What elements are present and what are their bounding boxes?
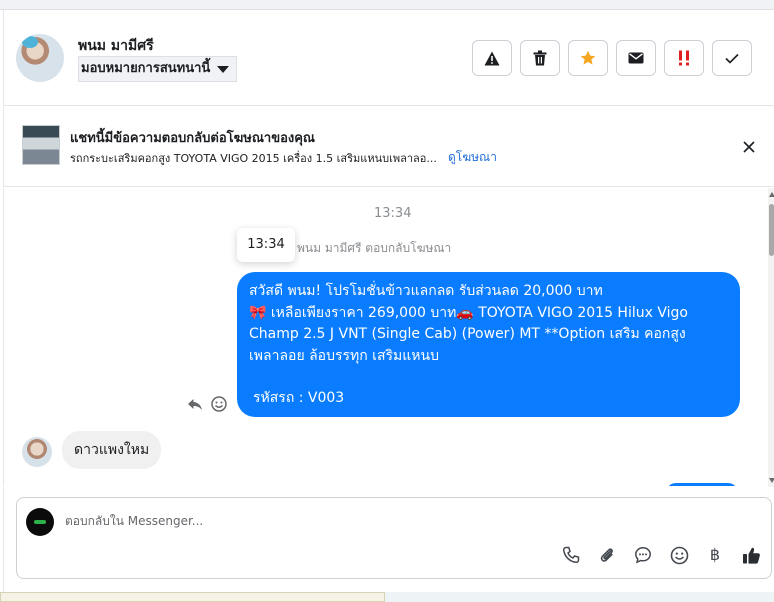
message-actions [186,395,228,413]
emoji-icon[interactable] [668,544,690,566]
user-name[interactable]: พนม มามีศรี [78,35,154,57]
trash-icon [533,50,547,66]
conversation-header: พนม มามีศรี มอบหมายการสนทนานี้ [3,10,774,106]
car-code-line: รหัสรถ : V003 [253,390,345,406]
page-avatar [26,508,54,536]
browser-status-strip [0,592,774,602]
ribbon-emoji: 🎀 [249,304,267,321]
message-line: 🎀 เหลือเพียงราคา 269,000 บาท🚗 TOYOTA VIG… [249,304,688,321]
outgoing-message-bubble-partial[interactable] [666,483,738,486]
message-line: Champ 2.5 J VNT (Single Cab) (Power) MT … [249,326,686,342]
react-emoji-icon[interactable] [210,395,228,413]
ad-thumbnail[interactable] [22,125,60,165]
mark-unread-button[interactable] [616,40,656,76]
thread-scrollbar-thumb[interactable] [769,204,774,256]
envelope-icon [628,52,644,64]
warning-icon [484,51,500,65]
saved-replies-icon[interactable] [632,544,654,566]
star-icon [580,50,596,65]
window-top-edge [0,0,774,10]
star-button[interactable] [568,40,608,76]
outgoing-message-bubble[interactable]: สวัสดี พนม! โปรโมชั่นข้าวแลกลด รับส่วนลด… [237,272,740,417]
assign-conversation-select[interactable]: มอบหมายการสนทนานี้ [78,56,238,82]
user-avatar[interactable] [16,34,64,82]
scroll-up-arrow-icon[interactable] [769,192,774,197]
view-ad-link[interactable]: ดูโฆษณา [448,148,497,167]
ad-description: รถกระบะเสริมคอกสูง TOYOTA VIGO 2015 เครื… [70,152,437,165]
reply-input[interactable] [65,514,705,528]
caret-down-icon [217,66,230,73]
done-button[interactable] [712,40,752,76]
message-thread[interactable]: 13:34 พนม มามีศรี ตอบกลับโฆษณา 13:34 สวั… [3,188,774,486]
reply-icon[interactable] [186,395,204,413]
delete-button[interactable] [520,40,560,76]
spam-button[interactable] [472,40,512,76]
composer-toolbar: ฿ [560,544,762,566]
close-icon[interactable] [739,137,759,157]
car-emoji: 🚗 [456,304,474,321]
phone-icon[interactable] [560,544,582,566]
checkmark-icon [725,53,739,64]
incoming-message-bubble[interactable]: ดาวแพงใหม [62,431,162,469]
assign-label: มอบหมายการสนทนานี้ [81,61,211,76]
attachment-icon[interactable] [596,544,618,566]
timestamp-tooltip: 13:34 [237,228,295,262]
thread-timestamp: 13:34 [374,206,412,221]
ad-reply-note: พนม มามีศรี ตอบกลับโฆษณา [297,241,452,255]
ad-banner-title: แชทนี้มีข้อความตอบกลับต่อโฆษณาของคุณ [70,131,315,146]
message-line: สวัสดี พนม! โปรโมชั่นข้าวแลกลด รับส่วนลด… [249,283,603,299]
priority-button[interactable] [664,40,704,76]
thumbs-up-icon[interactable] [740,544,762,566]
composer-area: ฿ [3,487,774,592]
message-line: เพลาลอย ล้อบรรทุก เสริมแหนบ [249,347,439,364]
scroll-down-arrow-icon[interactable] [769,478,774,483]
sender-avatar [22,437,52,467]
ad-reply-banner: แชทนี้มีข้อความตอบกลับต่อโฆษณาของคุณ รถก… [3,107,774,187]
double-exclamation-icon [679,50,689,66]
reply-composer[interactable]: ฿ [16,497,772,579]
status-url-tab [0,592,385,602]
baht-payment-icon[interactable]: ฿ [704,544,726,566]
